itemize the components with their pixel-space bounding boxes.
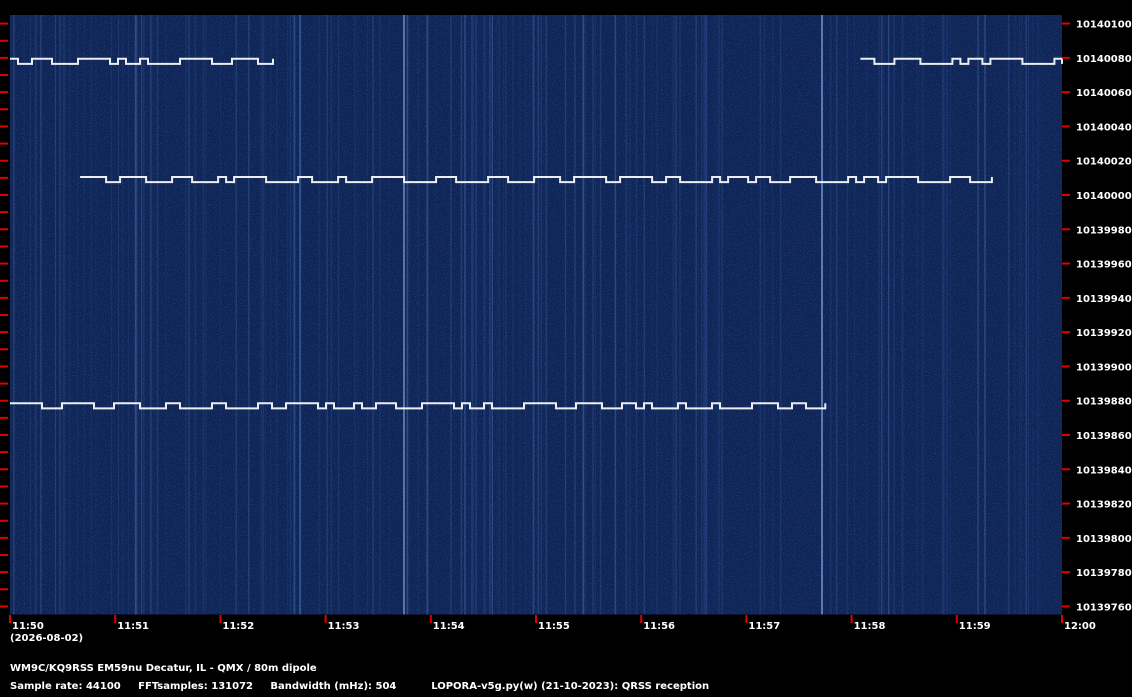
y-tick-label: 10139780 [1076, 568, 1132, 579]
software-label: LOPORA-v5g.py(w) (21-10-2023): QRSS rece… [431, 681, 710, 692]
y-tick-label: 10139760 [1076, 602, 1132, 613]
y-tick-label: 10140060 [1076, 88, 1132, 99]
y-tick-label: 10139880 [1076, 397, 1132, 408]
x-date-label: (2026-08-02) [10, 633, 83, 644]
x-axis: 11:50 11:51 11:52 11:53 11:54 11:55 11:56 11:57… [9, 614, 1096, 644]
y-tick-label: 10139820 [1076, 500, 1132, 511]
y-tick-label: 10140000 [1076, 191, 1132, 202]
x-tick-label: 11:50 [12, 621, 44, 632]
y-tick-label: 10139800 [1076, 534, 1132, 545]
y-tick-label: 10139940 [1076, 294, 1132, 305]
y-tick-label: 10139840 [1076, 465, 1132, 476]
y-tick-label: 10139900 [1076, 362, 1132, 373]
x-tick-label: 11:51 [117, 621, 149, 632]
y-tick-label: 10140100 [1076, 20, 1132, 31]
x-tick-label: 12:00 [1064, 621, 1096, 632]
plot-noise [10, 15, 1062, 615]
waterfall-svg: 10140100 10140080 10140060 10140040 10140020… [0, 15, 1132, 644]
x-tick-label: 11:54 [433, 621, 465, 632]
x-tick-label: 11:58 [854, 621, 886, 632]
x-tick-label: 11:56 [643, 621, 675, 632]
waterfall-chart: 10140100 10140080 10140060 10140040 10140020… [0, 0, 1132, 697]
x-tick-label: 11:57 [748, 621, 780, 632]
y-tick-label: 10140020 [1076, 157, 1132, 168]
settings-line: Sample rate: 44100 FFTsamples: 131072 Ba… [10, 681, 709, 692]
y-tick-label: 10140080 [1076, 54, 1132, 65]
fft-samples: FFTsamples: 131072 [138, 681, 253, 692]
x-tick-label: 11:59 [959, 621, 991, 632]
y-tick-label: 10139980 [1076, 225, 1132, 236]
y-tick-label: 10139860 [1076, 431, 1132, 442]
x-tick-label: 11:55 [538, 621, 570, 632]
x-tick-label: 11:53 [328, 621, 360, 632]
x-tick-label: 11:52 [222, 621, 254, 632]
y-tick-label: 10139960 [1076, 260, 1132, 271]
station-info: WM9C/KQ9RSS EM59nu Decatur, IL - QMX / 8… [10, 663, 317, 674]
bandwidth: Bandwidth (mHz): 504 [270, 681, 397, 692]
y-tick-label: 10140040 [1076, 122, 1132, 133]
y-tick-label: 10139920 [1076, 328, 1132, 339]
sample-rate: Sample rate: 44100 [10, 681, 121, 692]
